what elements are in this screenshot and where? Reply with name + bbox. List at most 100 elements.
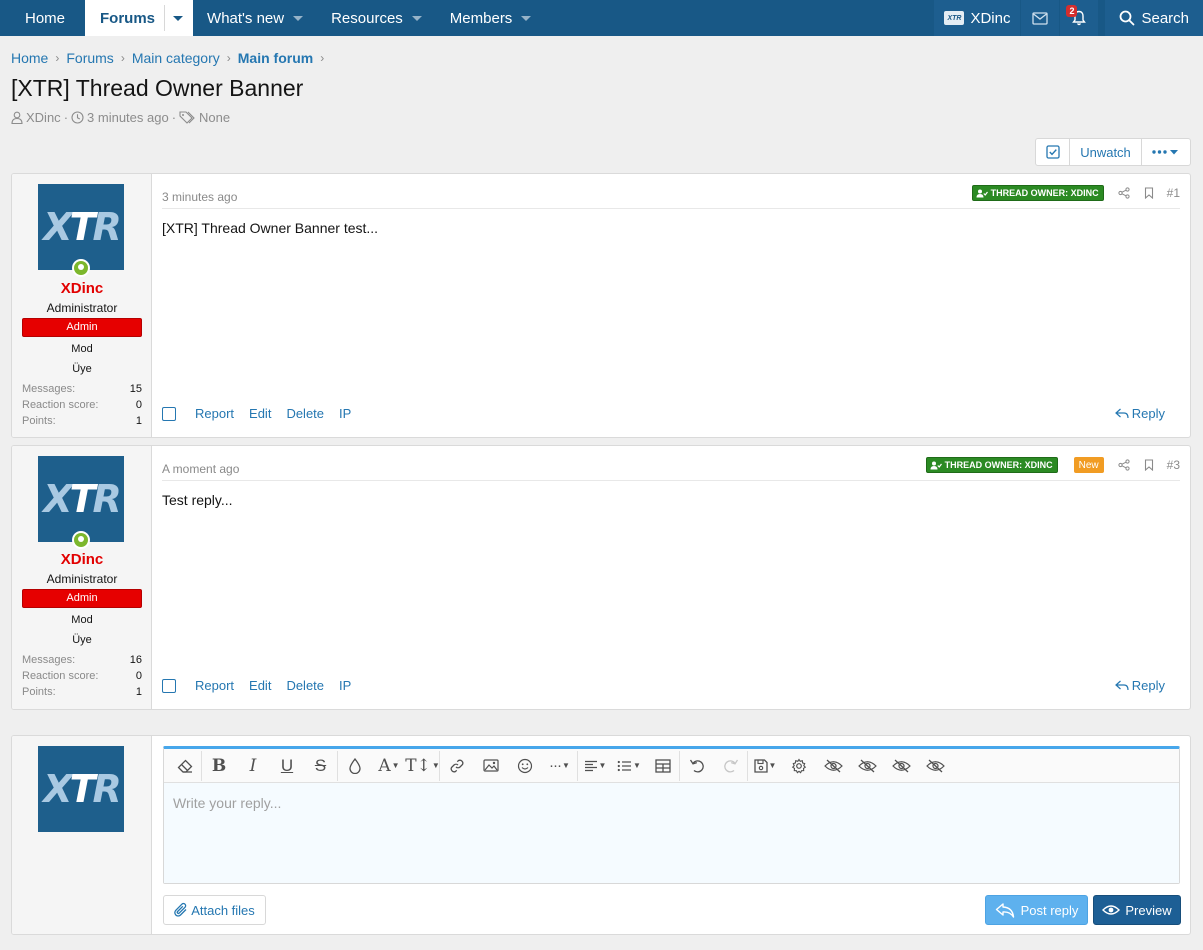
share-button[interactable] — [1118, 187, 1130, 199]
preview-button[interactable]: Preview — [1093, 895, 1181, 925]
insert-emoji-button[interactable] — [508, 751, 542, 781]
breadcrumb-main-category[interactable]: Main category — [132, 50, 220, 66]
align-button[interactable]: ▼ — [578, 751, 612, 781]
thread-meta: XDinc · 3 minutes ago · None — [11, 110, 230, 125]
checkbox-checked-icon — [1045, 145, 1060, 159]
post-reply-button[interactable]: Post reply — [985, 895, 1088, 925]
bold-icon: B — [211, 755, 227, 776]
post-username[interactable]: XDinc — [12, 280, 152, 297]
insert-table-button[interactable] — [646, 750, 680, 781]
text-color-button[interactable] — [338, 751, 372, 781]
italic-button[interactable]: I — [236, 751, 270, 781]
share-button[interactable] — [1118, 459, 1130, 471]
nav-tab-label: Home — [25, 9, 66, 27]
post-user-panel: XTR XDinc Administrator Admin Mod Üye Me… — [12, 446, 152, 709]
reply-label: Reply — [1131, 678, 1165, 693]
nav-tab-whats-new[interactable]: What's new — [193, 0, 317, 36]
breadcrumb-home[interactable]: Home — [11, 50, 48, 66]
report-link[interactable]: Report — [195, 678, 234, 693]
bookmark-button[interactable] — [1144, 459, 1154, 471]
select-thread-button[interactable] — [1036, 139, 1070, 165]
post-time[interactable]: 3 minutes ago — [162, 190, 237, 204]
search-button[interactable]: Search — [1105, 0, 1203, 36]
post-time[interactable]: A moment ago — [162, 462, 239, 476]
bookmark-button[interactable] — [1144, 187, 1154, 199]
nav-tab-members[interactable]: Members — [436, 0, 546, 36]
user-group: Üye — [72, 634, 92, 646]
reply-input[interactable]: Write your reply... — [164, 783, 1179, 883]
hide-content-button-4[interactable] — [918, 751, 952, 781]
edit-link[interactable]: Edit — [249, 678, 271, 693]
user-stats: Messages: 15 Reaction score: 0 Points: 1 — [22, 381, 142, 429]
inbox-button[interactable] — [1021, 0, 1060, 36]
insert-link-button[interactable] — [440, 751, 474, 781]
breadcrumb-forums[interactable]: Forums — [66, 50, 113, 66]
user-icon — [11, 111, 23, 124]
thread-owner-badge-label: THREAD OWNER: XDINC — [944, 460, 1053, 470]
unwatch-button[interactable]: Unwatch — [1070, 139, 1142, 165]
divider — [162, 208, 1180, 209]
insert-image-button[interactable] — [474, 751, 508, 781]
reply-link[interactable]: Reply — [1114, 406, 1165, 421]
thread-author-link[interactable]: XDinc — [26, 110, 61, 125]
delete-link[interactable]: Delete — [286, 678, 324, 693]
chevron-down-icon[interactable] — [293, 15, 304, 21]
more-insert-button[interactable]: ··· ▼ — [542, 750, 578, 781]
post-reply-label: Post reply — [1020, 902, 1079, 918]
drafts-button[interactable]: ▼ — [748, 751, 782, 781]
bookmark-icon — [1144, 459, 1153, 471]
reply-link[interactable]: Reply — [1114, 678, 1165, 693]
strikethrough-button[interactable]: S — [304, 750, 338, 781]
gear-icon — [791, 758, 807, 773]
user-group: Mod — [71, 343, 93, 355]
hide-content-button-3[interactable] — [884, 751, 918, 781]
align-left-icon — [584, 760, 597, 771]
font-size-icon: T↕ — [405, 755, 431, 776]
avatar-logo: XTR — [43, 767, 122, 811]
list-icon — [617, 760, 632, 771]
thread-time-link[interactable]: 3 minutes ago — [87, 110, 169, 125]
post-username[interactable]: XDinc — [12, 551, 152, 568]
ip-link[interactable]: IP — [339, 678, 351, 693]
chevron-down-icon[interactable] — [411, 15, 422, 21]
clear-formatting-button[interactable] — [168, 750, 202, 781]
chevron-down-icon[interactable] — [173, 15, 184, 21]
alerts-button[interactable]: 2 — [1060, 0, 1099, 36]
post-number[interactable]: #1 — [1167, 186, 1180, 200]
eye-slash-icon — [823, 759, 843, 772]
post-number[interactable]: #3 — [1167, 458, 1180, 472]
font-size-button[interactable]: T↕ ▼ — [405, 750, 440, 781]
settings-button[interactable] — [782, 751, 816, 781]
reply-icon — [1114, 680, 1129, 691]
account-menu-button[interactable]: XTR XDinc — [934, 0, 1021, 36]
avatar[interactable]: XTR — [38, 456, 124, 542]
post-actions: Report Edit Delete IP Reply — [162, 406, 1180, 421]
nav-tab-resources[interactable]: Resources — [317, 0, 436, 36]
hide-content-button-1[interactable] — [816, 751, 850, 781]
redo-button[interactable] — [714, 750, 748, 781]
delete-link[interactable]: Delete — [286, 406, 324, 421]
bold-button[interactable]: B — [202, 751, 236, 781]
more-options-button[interactable] — [1142, 139, 1190, 165]
attach-files-button[interactable]: Attach files — [163, 895, 266, 925]
avatar[interactable]: XTR — [38, 184, 124, 270]
breadcrumb-main-forum[interactable]: Main forum — [238, 50, 313, 66]
nav-tab-home[interactable]: Home — [0, 0, 79, 36]
post-main: 3 minutes ago THREAD OWNER: XDINC #1 [XT… — [162, 174, 1180, 437]
report-link[interactable]: Report — [195, 406, 234, 421]
nav-tab-forums[interactable]: Forums — [85, 0, 194, 36]
edit-link[interactable]: Edit — [249, 406, 271, 421]
avatar[interactable]: XTR — [38, 746, 124, 832]
select-post-checkbox[interactable] — [162, 678, 176, 693]
post-body: Test reply... — [162, 492, 233, 508]
list-button[interactable]: ▼ — [612, 751, 646, 781]
underline-button[interactable]: U — [270, 751, 304, 781]
thread-tags: None — [199, 110, 231, 125]
ip-link[interactable]: IP — [339, 406, 351, 421]
select-post-checkbox[interactable] — [162, 406, 176, 421]
caret-icon: ▼ — [431, 761, 440, 770]
chevron-down-icon[interactable] — [521, 15, 532, 21]
undo-button[interactable] — [680, 751, 714, 781]
font-family-button[interactable]: A ▼ — [372, 751, 406, 781]
hide-content-button-2[interactable] — [850, 751, 884, 781]
